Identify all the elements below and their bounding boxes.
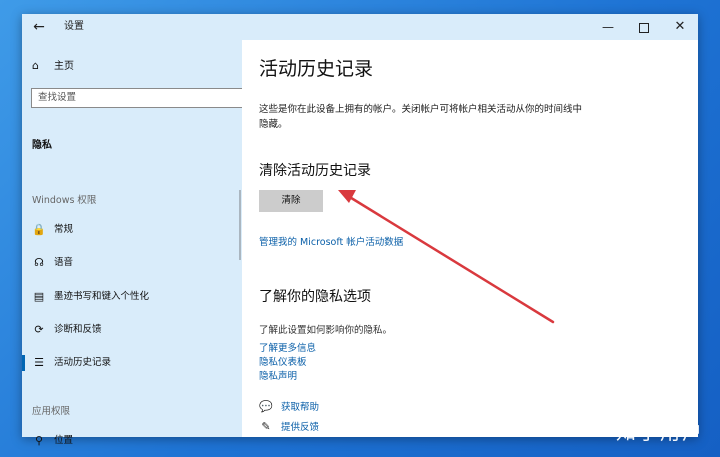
sidebar-item-location[interactable]: ⚲ 位置 [22, 428, 242, 454]
learn-more-link[interactable]: 了解更多信息 [259, 340, 316, 354]
speech-icon: ☊ [34, 256, 44, 269]
sidebar-item-inking[interactable]: ▤ 墨迹书写和键入个性化 [22, 284, 242, 310]
home-icon: ⌂ [32, 59, 39, 72]
sidebar-item-general[interactable]: 🔒 常规 [22, 217, 242, 243]
sidebar-item-label: 位置 [54, 435, 74, 446]
sidebar: ⌂ 主页 查找设置 ⚲ 隐私 Windows 权限 🔒 常规 ☊ 语音 ▤ 墨迹书… [22, 40, 259, 447]
sidebar-item-speech[interactable]: ☊ 语音 [22, 250, 242, 276]
privacy-dashboard-link[interactable]: 隐私仪表板 [259, 354, 307, 368]
diagnostics-icon: ⟳ [34, 323, 44, 336]
get-help-label: 获取帮助 [281, 402, 320, 413]
minimize-button[interactable]: — [590, 14, 626, 40]
privacy-subtitle: 了解此设置如何影响你的隐私。 [259, 325, 393, 336]
clear-history-heading: 清除活动历史记录 [259, 163, 371, 179]
sidebar-item-label: 活动历史记录 [54, 357, 112, 368]
manage-account-link[interactable]: 管理我的 Microsoft 帐户活动数据 [259, 234, 403, 248]
sidebar-item-activity-history[interactable]: ☰ 活动历史记录 [22, 350, 242, 376]
privacy-statement-link[interactable]: 隐私声明 [259, 368, 297, 382]
section-app-permissions: 应用权限 [32, 406, 71, 417]
home-label: 主页 [54, 61, 74, 72]
give-feedback-link[interactable]: ✎ 提供反馈 [259, 418, 319, 436]
sidebar-scrollbar[interactable] [239, 190, 241, 260]
sidebar-home[interactable]: ⌂ 主页 [32, 54, 74, 78]
give-feedback-label: 提供反馈 [281, 422, 320, 433]
maximize-icon [639, 22, 649, 33]
notepad-icon: ▤ [33, 290, 45, 303]
feedback-icon: ✎ [261, 420, 271, 433]
privacy-options-heading: 了解你的隐私选项 [259, 289, 371, 305]
search-box[interactable]: 查找设置 ⚲ [31, 88, 259, 108]
lock-icon: 🔒 [32, 223, 46, 236]
close-button[interactable]: ✕ [662, 14, 698, 40]
sidebar-item-label: 常规 [54, 224, 74, 235]
activity-history-icon: ☰ [34, 356, 44, 369]
active-indicator [22, 355, 25, 371]
window-title: 设置 [64, 21, 84, 32]
title-bar: ← 设置 — ✕ [22, 14, 698, 40]
section-windows-permissions: Windows 权限 [32, 195, 97, 206]
main-content: 活动历史记录 这些是你在此设备上拥有的帐户。关闭帐户可将帐户相关活动从你的时间线… [242, 40, 698, 437]
back-arrow-icon[interactable]: ← [28, 16, 50, 38]
page-title: 活动历史记录 [259, 58, 374, 80]
location-icon: ⚲ [34, 434, 44, 447]
help-chat-icon: 💬 [259, 400, 273, 413]
settings-window: ← 设置 — ✕ ⌂ 主页 查找设置 ⚲ 隐私 Windows 权限 🔒 常规 ☊… [22, 14, 698, 447]
maximize-button[interactable] [626, 14, 662, 40]
sidebar-item-diagnostics[interactable]: ⟳ 诊断和反馈 [22, 317, 242, 343]
sidebar-item-label: 墨迹书写和键入个性化 [54, 291, 150, 302]
watermark: 知乎用户 [616, 420, 704, 444]
search-input[interactable]: 查找设置 [38, 89, 76, 107]
sidebar-item-label: 诊断和反馈 [54, 324, 102, 335]
get-help-link[interactable]: 💬 获取帮助 [259, 398, 319, 416]
clear-button[interactable]: 清除 [259, 190, 323, 212]
page-description: 这些是你在此设备上拥有的帐户。关闭帐户可将帐户相关活动从你的时间线中隐藏。 [259, 104, 583, 130]
sidebar-item-label: 语音 [54, 257, 74, 268]
category-title: 隐私 [32, 140, 52, 151]
